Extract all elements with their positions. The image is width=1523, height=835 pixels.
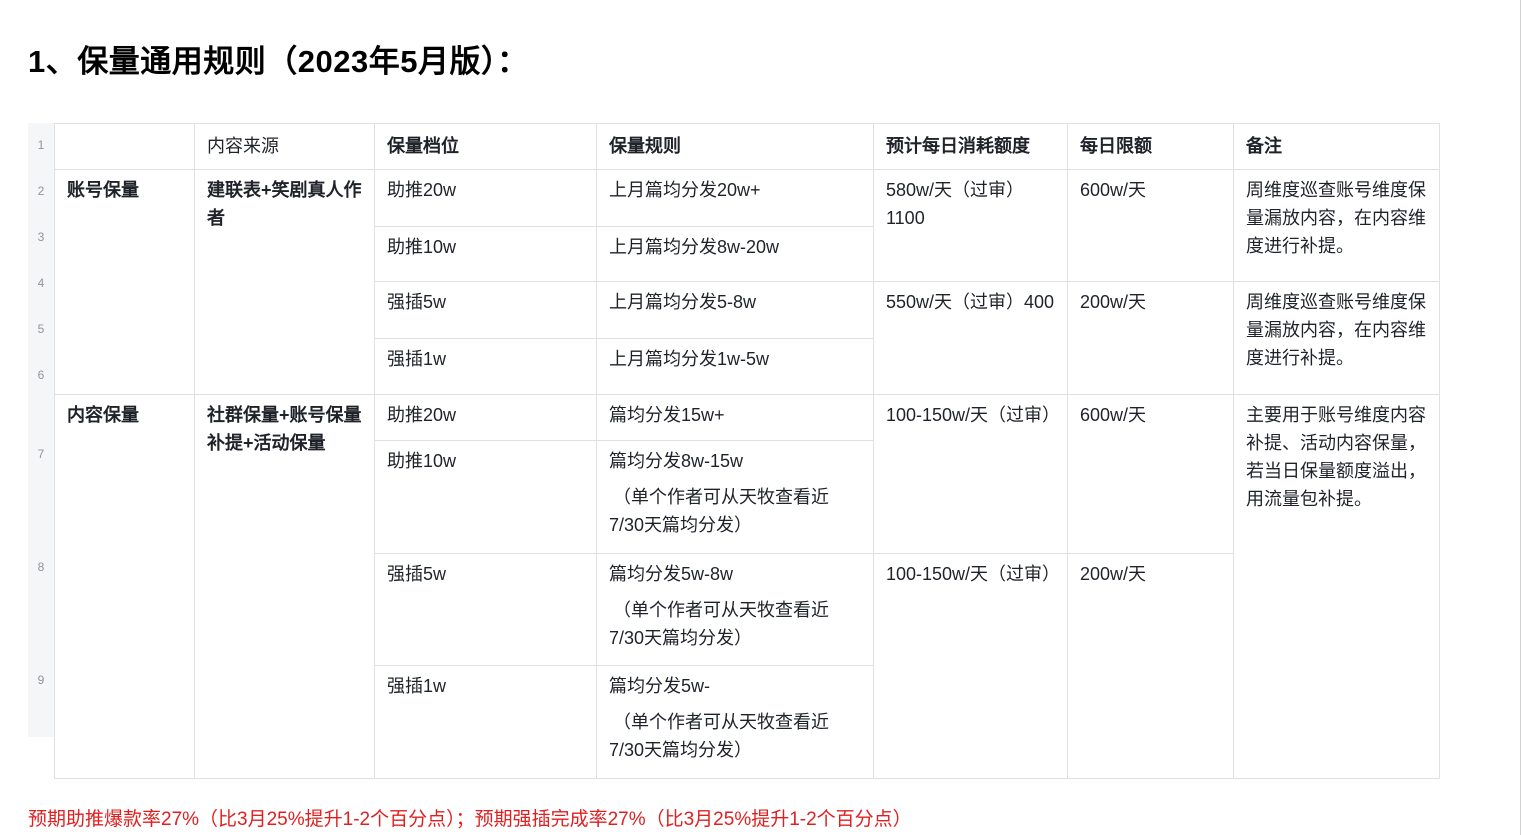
rule-text: 篇均分发5w-	[609, 676, 711, 696]
content-source-cell[interactable]: 社群保量+账号保量补提+活动保量	[194, 394, 375, 779]
row-number-gutter	[28, 123, 54, 737]
row-number[interactable]: 3	[28, 230, 54, 244]
table-row: 内容保量 社群保量+账号保量补提+活动保量 助推20w 篇均分发15w+ 100…	[54, 394, 1440, 779]
rule-note: （单个作者可从天牧查看近	[613, 712, 829, 732]
row-number[interactable]: 7	[28, 447, 54, 461]
rule-cell[interactable]: 上月篇均分发8w-20w	[596, 226, 874, 282]
page-right-border	[1520, 0, 1521, 835]
note-cell[interactable]: 周维度巡查账号维度保量漏放内容，在内容维度进行补提。	[1233, 281, 1440, 395]
limit-cell[interactable]: 200w/天	[1067, 281, 1234, 395]
row-number[interactable]: 5	[28, 322, 54, 336]
header-cell-type[interactable]	[54, 123, 195, 170]
header-cell-daily-quota[interactable]: 预计每日消耗额度	[873, 123, 1068, 170]
rule-note: 7/30天篇均分发）	[609, 628, 753, 648]
table-edge-mask	[1440, 122, 1520, 782]
limit-cell[interactable]: 600w/天	[1067, 394, 1234, 554]
header-cell-rule[interactable]: 保量规则	[596, 123, 874, 170]
quota-cell[interactable]: 550w/天（过审）400	[873, 281, 1068, 395]
note-cell[interactable]: 主要用于账号维度内容补提、活动内容保量，若当日保量额度溢出，用流量包补提。	[1233, 394, 1440, 779]
rule-text: 篇均分发5w-8w	[609, 564, 734, 584]
rule-note: （单个作者可从天牧查看近	[613, 487, 829, 507]
page-title: 1、保量通用规则（2023年5月版）：	[28, 44, 529, 79]
tier-cell[interactable]: 强插1w	[374, 338, 597, 395]
row-number[interactable]: 8	[28, 560, 54, 574]
rule-cell[interactable]: 篇均分发5w- （单个作者可从天牧查看近 7/30天篇均分发）	[596, 665, 874, 779]
rule-note: （单个作者可从天牧查看近	[613, 600, 829, 620]
account-source-cell[interactable]: 建联表+笑剧真人作者	[194, 169, 375, 395]
quota-cell[interactable]: 100-150w/天（过审）	[873, 394, 1068, 554]
rule-cell[interactable]: 篇均分发15w+	[596, 394, 874, 441]
tier-cell[interactable]: 助推20w	[374, 169, 597, 227]
tier-cell[interactable]: 强插5w	[374, 553, 597, 666]
tier-cell[interactable]: 助推20w	[374, 394, 597, 441]
note-cell[interactable]: 周维度巡查账号维度保量漏放内容，在内容维度进行补提。	[1233, 169, 1440, 282]
row-number[interactable]: 1	[28, 138, 54, 152]
rule-cell[interactable]: 上月篇均分发5-8w	[596, 281, 874, 339]
tier-cell[interactable]: 强插1w	[374, 665, 597, 779]
table-row: 账号保量 建联表+笑剧真人作者 助推20w 上月篇均分发20w+ 580w/天（…	[54, 169, 1440, 395]
limit-cell[interactable]: 600w/天	[1067, 169, 1234, 282]
quota-cell[interactable]: 580w/天（过审）1100	[873, 169, 1068, 282]
tier-cell[interactable]: 助推10w	[374, 440, 597, 554]
row-number[interactable]: 2	[28, 184, 54, 198]
tier-cell[interactable]: 强插5w	[374, 281, 597, 339]
rules-table: 内容来源 保量档位 保量规则 预计每日消耗额度 每日限额 备注 账号保量 建联表…	[54, 123, 1440, 779]
tier-cell[interactable]: 助推10w	[374, 226, 597, 282]
row-number[interactable]: 9	[28, 673, 54, 687]
header-cell-note[interactable]: 备注	[1233, 123, 1440, 170]
rule-cell[interactable]: 上月篇均分发1w-5w	[596, 338, 874, 395]
rule-cell[interactable]: 篇均分发8w-15w （单个作者可从天牧查看近 7/30天篇均分发）	[596, 440, 874, 554]
row-number[interactable]: 4	[28, 276, 54, 290]
header-cell-tier[interactable]: 保量档位	[374, 123, 597, 170]
rule-cell[interactable]: 篇均分发5w-8w （单个作者可从天牧查看近 7/30天篇均分发）	[596, 553, 874, 666]
header-cell-source[interactable]: 内容来源	[194, 123, 375, 170]
rule-note: 7/30天篇均分发）	[609, 515, 753, 535]
rule-note: 7/30天篇均分发）	[609, 740, 753, 760]
rule-cell[interactable]: 上月篇均分发20w+	[596, 169, 874, 227]
account-type-cell[interactable]: 账号保量	[54, 169, 195, 395]
table-header-row: 内容来源 保量档位 保量规则 预计每日消耗额度 每日限额 备注	[54, 123, 1440, 170]
quota-cell[interactable]: 100-150w/天（过审）	[873, 553, 1068, 779]
footnote: 预期助推爆款率27%（比3月25%提升1-2个百分点）；预期强插完成率27%（比…	[28, 809, 912, 830]
row-number[interactable]: 6	[28, 368, 54, 382]
rule-text: 篇均分发8w-15w	[609, 451, 744, 471]
content-type-cell[interactable]: 内容保量	[54, 394, 195, 779]
limit-cell[interactable]: 200w/天	[1067, 553, 1234, 779]
header-cell-daily-limit[interactable]: 每日限额	[1067, 123, 1234, 170]
